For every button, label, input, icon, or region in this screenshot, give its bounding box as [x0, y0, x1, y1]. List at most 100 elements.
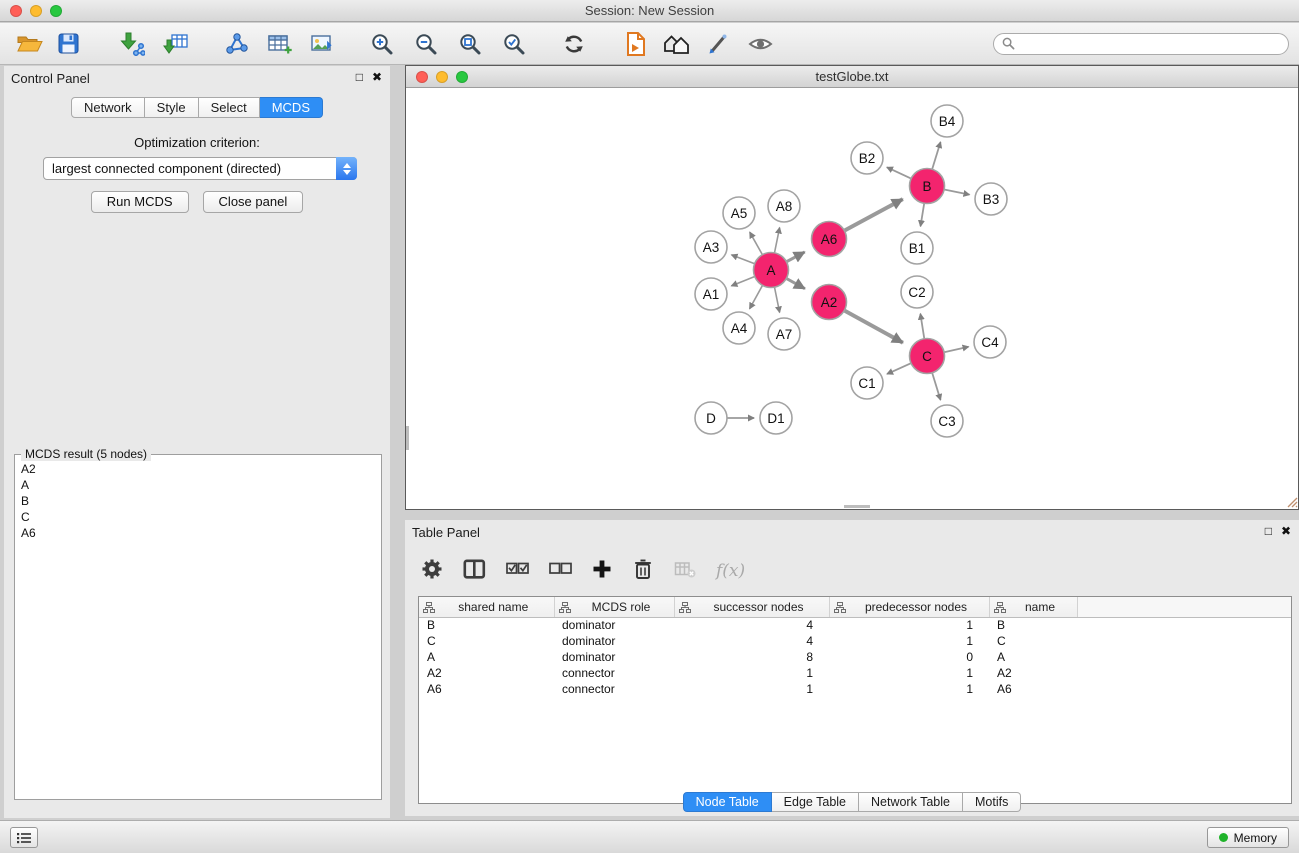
table-row[interactable]: Bdominator41B — [419, 617, 1291, 633]
tab-style[interactable]: Style — [145, 97, 199, 118]
network-edge-A-A1[interactable] — [731, 276, 754, 285]
function-builder-button[interactable]: f(x) — [716, 561, 745, 581]
network-edge-A-A6[interactable] — [786, 252, 804, 262]
resize-grip-icon[interactable] — [1286, 496, 1298, 508]
mcds-result-item[interactable]: A6 — [21, 525, 375, 541]
network-canvas-area[interactable]: B4 B2 B B3 A8 A5 A6 B1 A3 A C2 A1 A2 A4 A7 C4 C C1 C3 D D1 — [406, 88, 1298, 508]
show-hide-button[interactable] — [745, 29, 775, 59]
float-panel-icon[interactable]: □ — [356, 70, 363, 84]
column-header-shared-name[interactable]: shared name — [419, 597, 554, 617]
network-edge-C-C3[interactable] — [932, 373, 940, 400]
network-node-C1[interactable]: C1 — [851, 367, 883, 399]
deselect-all-button[interactable] — [549, 561, 572, 581]
tab-node-table[interactable]: Node Table — [683, 792, 772, 812]
new-table-button[interactable] — [264, 29, 294, 59]
network-node-A6[interactable]: A6 — [812, 222, 847, 257]
add-column-button[interactable] — [592, 559, 612, 584]
tab-mcds[interactable]: MCDS — [260, 97, 323, 118]
annotation-button[interactable] — [703, 29, 733, 59]
network-node-C[interactable]: C — [910, 339, 945, 374]
zoom-out-button[interactable] — [411, 29, 441, 59]
open-session-button[interactable] — [15, 29, 45, 59]
network-edge-A-A5[interactable] — [750, 232, 763, 255]
close-panel-button[interactable]: Close panel — [203, 191, 304, 213]
network-node-A7[interactable]: A7 — [768, 318, 800, 350]
zoom-selected-button[interactable] — [499, 29, 529, 59]
network-node-A1[interactable]: A1 — [695, 278, 727, 310]
maximize-window-button[interactable] — [50, 5, 62, 17]
table-row[interactable]: Cdominator41C — [419, 633, 1291, 649]
import-table-button[interactable] — [161, 29, 191, 59]
mcds-result-item[interactable]: B — [21, 493, 375, 509]
zoom-fit-button[interactable] — [455, 29, 485, 59]
network-node-A3[interactable]: A3 — [695, 231, 727, 263]
network-edge-C-C1[interactable] — [887, 363, 911, 374]
delete-table-button[interactable] — [674, 559, 696, 584]
network-edge-B-B4[interactable] — [932, 142, 940, 169]
network-edge-A-A4[interactable] — [750, 285, 763, 308]
network-node-A8[interactable]: A8 — [768, 190, 800, 222]
network-minimize-button[interactable] — [436, 71, 448, 83]
new-network-button[interactable] — [221, 29, 251, 59]
network-edge-A6-B[interactable] — [844, 199, 902, 231]
network-edge-C-C2[interactable] — [920, 314, 924, 339]
run-mcds-button[interactable]: Run MCDS — [91, 191, 189, 213]
table-row[interactable]: Adominator80A — [419, 649, 1291, 665]
network-maximize-button[interactable] — [456, 71, 468, 83]
copy-document-button[interactable] — [621, 29, 651, 59]
network-node-A2[interactable]: A2 — [812, 285, 847, 320]
network-node-D1[interactable]: D1 — [760, 402, 792, 434]
refresh-button[interactable] — [559, 29, 589, 59]
tab-network[interactable]: Network — [71, 97, 145, 118]
network-node-B2[interactable]: B2 — [851, 142, 883, 174]
show-columns-button[interactable] — [463, 558, 486, 585]
mcds-result-item[interactable]: A2 — [21, 461, 375, 477]
network-node-B3[interactable]: B3 — [975, 183, 1007, 215]
network-node-B4[interactable]: B4 — [931, 105, 963, 137]
select-all-button[interactable] — [506, 561, 529, 581]
close-panel-icon[interactable]: ✖ — [1281, 524, 1291, 538]
zoom-in-button[interactable] — [367, 29, 397, 59]
search-input[interactable] — [1020, 36, 1280, 52]
network-node-D[interactable]: D — [695, 402, 727, 434]
memory-button[interactable]: Memory — [1207, 827, 1289, 848]
network-node-C2[interactable]: C2 — [901, 276, 933, 308]
tab-edge-table[interactable]: Edge Table — [772, 792, 859, 812]
close-window-button[interactable] — [10, 5, 22, 17]
network-node-A[interactable]: A — [754, 253, 789, 288]
table-row[interactable]: A2connector11A2 — [419, 665, 1291, 681]
network-edge-C-C4[interactable] — [944, 347, 968, 352]
home-button[interactable] — [661, 29, 691, 59]
network-node-B1[interactable]: B1 — [901, 232, 933, 264]
vertical-scrollbar-thumb[interactable] — [406, 426, 409, 450]
network-edge-B-B3[interactable] — [944, 189, 969, 194]
table-settings-button[interactable] — [421, 558, 443, 585]
network-node-C4[interactable]: C4 — [974, 326, 1006, 358]
mcds-result-item[interactable]: A — [21, 477, 375, 493]
save-session-button[interactable] — [53, 29, 83, 59]
column-header-successor-nodes[interactable]: successor nodes — [674, 597, 829, 617]
network-node-A4[interactable]: A4 — [723, 312, 755, 344]
network-close-button[interactable] — [416, 71, 428, 83]
tab-network-table[interactable]: Network Table — [859, 792, 963, 812]
network-edge-B-B1[interactable] — [921, 203, 925, 226]
network-canvas[interactable]: B4 B2 B B3 A8 A5 A6 B1 A3 A C2 A1 A2 A4 A7 C4 C C1 C3 D D1 — [406, 88, 1298, 508]
tab-select[interactable]: Select — [199, 97, 260, 118]
horizontal-scrollbar-thumb[interactable] — [844, 505, 870, 508]
column-header-name[interactable]: name — [989, 597, 1077, 617]
network-node-A5[interactable]: A5 — [723, 197, 755, 229]
task-history-button[interactable] — [10, 827, 38, 848]
close-panel-icon[interactable]: ✖ — [372, 70, 382, 84]
mcds-result-item[interactable]: C — [21, 509, 375, 525]
network-edge-A-A3[interactable] — [732, 255, 755, 264]
optimization-criterion-select[interactable]: largest connected component (directed) — [43, 157, 357, 180]
minimize-window-button[interactable] — [30, 5, 42, 17]
network-edge-B-B2[interactable] — [887, 167, 911, 178]
toolbar-search[interactable] — [993, 33, 1289, 55]
network-edge-A2-C[interactable] — [844, 310, 903, 342]
network-node-C3[interactable]: C3 — [931, 405, 963, 437]
tab-motifs[interactable]: Motifs — [963, 792, 1021, 812]
import-network-button[interactable] — [117, 29, 147, 59]
network-node-B[interactable]: B — [910, 169, 945, 204]
network-edge-A-A8[interactable] — [774, 228, 779, 253]
